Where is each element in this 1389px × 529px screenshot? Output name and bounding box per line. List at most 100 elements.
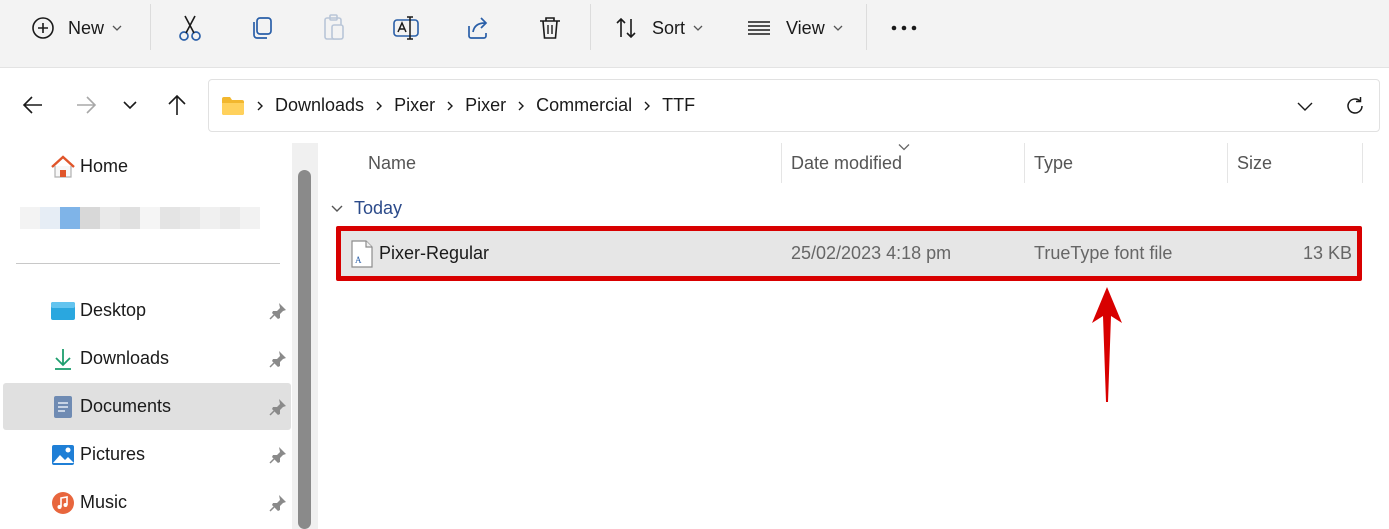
chevron-down-icon bbox=[331, 205, 343, 212]
breadcrumb-item[interactable]: Commercial bbox=[536, 95, 632, 116]
column-separator[interactable] bbox=[1362, 143, 1363, 183]
sidebar-item-downloads[interactable]: Downloads bbox=[3, 335, 291, 382]
scissors-icon bbox=[179, 15, 201, 41]
up-button[interactable] bbox=[160, 88, 194, 122]
rename-button[interactable] bbox=[392, 10, 420, 46]
new-label: New bbox=[68, 17, 105, 38]
forward-button[interactable] bbox=[69, 88, 103, 122]
document-icon bbox=[50, 394, 76, 420]
sidebar-item-label: Downloads bbox=[80, 348, 170, 368]
paste-icon bbox=[324, 14, 344, 40]
download-icon bbox=[50, 346, 76, 372]
rename-icon bbox=[393, 16, 419, 40]
folder-icon bbox=[222, 96, 244, 115]
sidebar-item-label: Pictures bbox=[80, 444, 146, 464]
share-icon bbox=[468, 17, 488, 39]
column-header-size[interactable]: Size bbox=[1237, 153, 1272, 174]
sidebar-item-music[interactable]: Music bbox=[3, 479, 291, 526]
annotation-arrow-icon bbox=[1092, 287, 1122, 402]
sidebar-item-home[interactable]: Home bbox=[3, 143, 291, 190]
address-history-button[interactable] bbox=[1291, 92, 1319, 120]
sort-button[interactable]: Sort bbox=[614, 10, 703, 46]
sort-label: Sort bbox=[652, 17, 686, 38]
chevron-down-icon bbox=[123, 101, 137, 110]
pin-icon bbox=[269, 303, 286, 320]
plus-circle-icon bbox=[32, 17, 54, 39]
chevron-right-icon bbox=[375, 100, 383, 112]
refresh-icon bbox=[1347, 97, 1363, 114]
breadcrumb-item[interactable]: Pixer bbox=[394, 95, 435, 116]
sidebar-divider bbox=[16, 263, 280, 264]
file-type: TrueType font file bbox=[1034, 243, 1173, 263]
group-header-today[interactable]: Today bbox=[330, 198, 402, 219]
view-label: View bbox=[786, 17, 825, 38]
pin-icon bbox=[269, 447, 286, 464]
toolbar-separator bbox=[590, 4, 591, 50]
breadcrumb-item[interactable]: TTF bbox=[662, 95, 695, 116]
view-button[interactable]: View bbox=[746, 10, 843, 46]
breadcrumb: Downloads Pixer Pixer Commercial TTF bbox=[221, 80, 695, 131]
refresh-button[interactable] bbox=[1341, 92, 1369, 120]
more-icon bbox=[891, 25, 917, 31]
command-bar: New Sort View bbox=[0, 0, 1389, 68]
chevron-down-icon bbox=[693, 25, 703, 31]
sort-icon bbox=[616, 17, 636, 39]
column-header-type[interactable]: Type bbox=[1034, 153, 1073, 174]
pin-icon bbox=[269, 495, 286, 512]
column-header-name[interactable]: Name bbox=[368, 153, 416, 174]
chevron-right-icon bbox=[256, 100, 264, 112]
file-name: Pixer-Regular bbox=[379, 243, 490, 263]
picture-icon bbox=[50, 442, 76, 468]
copy-button[interactable] bbox=[248, 10, 276, 46]
column-separator[interactable] bbox=[1227, 143, 1228, 183]
breadcrumb-item[interactable]: Downloads bbox=[275, 95, 364, 116]
new-button[interactable]: New bbox=[30, 10, 122, 46]
sidebar-item-desktop[interactable]: Desktop bbox=[3, 287, 291, 334]
arrow-left-icon bbox=[22, 96, 42, 114]
breadcrumb-item[interactable]: Pixer bbox=[465, 95, 506, 116]
file-row[interactable]: A Pixer-Regular 25/02/2023 4:18 pm TrueT… bbox=[336, 226, 1362, 281]
chevron-down-icon bbox=[1297, 102, 1313, 111]
more-options-button[interactable] bbox=[890, 10, 918, 46]
sort-chevron-icon bbox=[898, 144, 910, 151]
sidebar-scrollbar-thumb[interactable] bbox=[298, 170, 311, 529]
group-label: Today bbox=[354, 198, 403, 218]
redacted-item bbox=[20, 207, 260, 229]
view-icon bbox=[748, 21, 770, 35]
file-size: 13 KB bbox=[1302, 243, 1352, 263]
sidebar-item-documents[interactable]: Documents bbox=[3, 383, 291, 430]
pin-icon bbox=[269, 351, 286, 368]
chevron-right-icon bbox=[517, 100, 525, 112]
column-separator[interactable] bbox=[1024, 143, 1025, 183]
file-date-modified: 25/02/2023 4:18 pm bbox=[791, 243, 952, 263]
trash-icon bbox=[540, 17, 560, 39]
address-bar[interactable]: Downloads Pixer Pixer Commercial TTF bbox=[208, 79, 1380, 132]
arrow-up-icon bbox=[168, 94, 186, 115]
paste-button[interactable] bbox=[320, 10, 348, 46]
sidebar-item-pictures[interactable]: Pictures bbox=[3, 431, 291, 478]
share-button[interactable] bbox=[464, 10, 492, 46]
column-separator[interactable] bbox=[781, 143, 782, 183]
back-button[interactable] bbox=[16, 88, 50, 122]
music-icon bbox=[50, 490, 76, 516]
delete-button[interactable] bbox=[536, 10, 564, 46]
arrow-right-icon bbox=[77, 96, 97, 114]
home-icon bbox=[50, 154, 76, 180]
svg-text:A: A bbox=[355, 255, 362, 265]
sidebar-item-label: Documents bbox=[80, 396, 172, 416]
column-header-date[interactable]: Date modified bbox=[791, 153, 902, 174]
pin-icon bbox=[269, 399, 286, 416]
font-file-icon: A bbox=[351, 240, 373, 268]
toolbar-separator bbox=[866, 4, 867, 50]
toolbar-separator bbox=[150, 4, 151, 50]
desktop-icon bbox=[50, 298, 76, 324]
chevron-right-icon bbox=[446, 100, 454, 112]
sidebar-item-label: Home bbox=[80, 156, 129, 176]
chevron-right-icon bbox=[643, 100, 651, 112]
cut-button[interactable] bbox=[176, 10, 204, 46]
chevron-down-icon bbox=[833, 25, 843, 31]
copy-icon bbox=[253, 17, 272, 39]
chevron-down-icon bbox=[112, 25, 122, 31]
recent-locations-button[interactable] bbox=[113, 88, 147, 122]
sidebar-item-label: Desktop bbox=[80, 300, 147, 320]
